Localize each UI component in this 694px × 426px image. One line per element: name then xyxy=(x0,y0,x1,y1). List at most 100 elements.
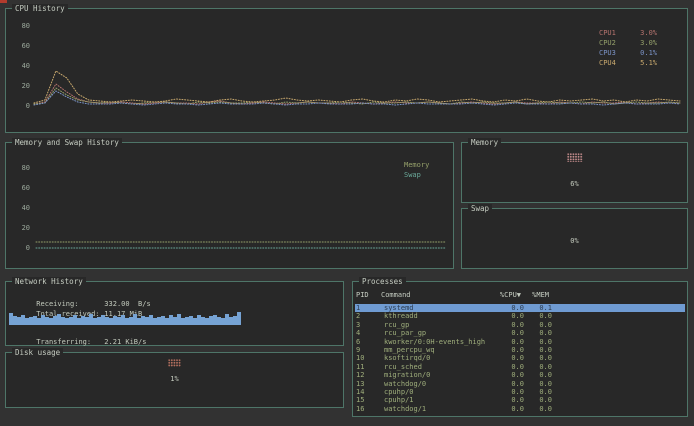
process-pid: 3 xyxy=(356,321,381,329)
process-row[interactable]: 6kworker/0:0H-events_high0.00.0 xyxy=(355,338,685,346)
axis-tick-label: 80 xyxy=(12,22,30,30)
axis-tick-label: 0 xyxy=(12,102,30,110)
cpu-legend-name: CPU2 xyxy=(599,38,627,48)
memory-gauge-dots xyxy=(567,153,583,162)
process-command: rcu_sched xyxy=(381,363,496,371)
process-mem: 0.0 xyxy=(524,329,552,337)
process-row[interactable]: 16watchdog/10.00.0 xyxy=(355,405,685,413)
process-cpu: 0.0 xyxy=(496,304,524,312)
cpu-legend-value: 0.1% xyxy=(627,48,657,58)
process-mem: 0.0 xyxy=(524,338,552,346)
process-pid: 12 xyxy=(356,371,381,379)
cpu-legend-name: CPU1 xyxy=(599,28,627,38)
system-monitor-screen: CPU History 020406080 CPU13.0%CPU23.0%CP… xyxy=(0,0,694,426)
memory-swap-legend-item: Swap xyxy=(404,170,429,180)
process-command: mm_percpu_wq xyxy=(381,346,496,354)
process-pid: 9 xyxy=(356,346,381,354)
process-mem: 0.0 xyxy=(524,380,552,388)
network-sparkline-chart xyxy=(9,310,241,325)
process-row[interactable]: 10ksoftirqd/00.00.0 xyxy=(355,354,685,362)
cpu-history-chart xyxy=(32,9,684,111)
process-mem: 0.0 xyxy=(524,312,552,320)
process-pid: 1 xyxy=(356,304,381,312)
network-transferring-label: Transferring: xyxy=(36,338,104,347)
cpu-legend-item: CPU30.1% xyxy=(599,48,657,58)
process-cpu: 0.0 xyxy=(496,312,524,320)
process-row[interactable]: 11rcu_sched0.00.0 xyxy=(355,363,685,371)
cpu-legend-name: CPU3 xyxy=(599,48,627,58)
process-row[interactable]: 9mm_percpu_wq0.00.0 xyxy=(355,346,685,354)
process-mem: 0.0 xyxy=(524,321,552,329)
process-mem: 0.0 xyxy=(524,354,552,362)
axis-tick-label: 80 xyxy=(12,164,30,172)
process-pid: 10 xyxy=(356,354,381,362)
disk-gauge-value: 1% xyxy=(6,375,343,383)
swap-gauge-value: 0% xyxy=(462,237,687,245)
processes-table-header: PID Command %CPU▼ %MEM xyxy=(356,291,684,300)
memory-swap-history-title: Memory and Swap History xyxy=(12,138,122,147)
axis-tick-label: 20 xyxy=(12,224,30,232)
axis-tick-label: 20 xyxy=(12,82,30,90)
memory-swap-chart xyxy=(30,143,452,255)
process-row[interactable]: 2kthreadd0.00.0 xyxy=(355,312,685,320)
axis-tick-label: 60 xyxy=(12,184,30,192)
column-header-cpu[interactable]: %CPU▼ xyxy=(493,291,521,300)
process-mem: 0.0 xyxy=(524,346,552,354)
process-row[interactable]: 3rcu_gp0.00.0 xyxy=(355,321,685,329)
process-command: kworker/0:0H-events_high xyxy=(381,338,496,346)
memory-panel: Memory 6% xyxy=(461,142,688,203)
process-pid: 16 xyxy=(356,405,381,413)
network-history-title: Network History xyxy=(12,277,86,286)
process-pid: 13 xyxy=(356,380,381,388)
process-command: ksoftirqd/0 xyxy=(381,354,496,362)
network-transferring-value: 2.21 KiB/s xyxy=(104,338,146,346)
process-mem: 0.0 xyxy=(524,388,552,396)
process-mem: 0.0 xyxy=(524,405,552,413)
axis-tick-label: 0 xyxy=(12,244,30,252)
axis-tick-label: 40 xyxy=(12,204,30,212)
cpu-legend: CPU13.0%CPU23.0%CPU30.1%CPU45.1% xyxy=(599,28,657,68)
process-pid: 6 xyxy=(356,338,381,346)
cpu-legend-value: 5.1% xyxy=(627,58,657,68)
process-row[interactable]: 13watchdog/00.00.0 xyxy=(355,380,685,388)
process-pid: 14 xyxy=(356,388,381,396)
process-command: rcu_gp xyxy=(381,321,496,329)
process-cpu: 0.0 xyxy=(496,346,524,354)
process-row[interactable]: 1systemd0.00.1 xyxy=(355,304,685,312)
column-header-command[interactable]: Command xyxy=(381,291,493,300)
memory-gauge xyxy=(462,153,687,162)
memory-title: Memory xyxy=(468,138,501,147)
disk-usage-title: Disk usage xyxy=(12,348,63,357)
cpu-legend-value: 3.0% xyxy=(627,28,657,38)
process-row[interactable]: 12migration/00.00.0 xyxy=(355,371,685,379)
memory-swap-legend: MemorySwap xyxy=(404,160,429,180)
terminal-cursor-mark xyxy=(0,0,7,3)
process-command: watchdog/0 xyxy=(381,380,496,388)
process-mem: 0.0 xyxy=(524,396,552,404)
disk-usage-panel: Disk usage 1% xyxy=(5,352,344,408)
swap-panel: Swap 0% xyxy=(461,208,688,269)
process-cpu: 0.0 xyxy=(496,396,524,404)
cpu-legend-value: 3.0% xyxy=(627,38,657,48)
process-cpu: 0.0 xyxy=(496,388,524,396)
column-header-pid[interactable]: PID xyxy=(356,291,381,300)
column-header-mem[interactable]: %MEM xyxy=(521,291,549,300)
process-cpu: 0.0 xyxy=(496,338,524,346)
process-command: watchdog/1 xyxy=(381,405,496,413)
process-cpu: 0.0 xyxy=(496,329,524,337)
process-row[interactable]: 4rcu_par_gp0.00.0 xyxy=(355,329,685,337)
swap-title: Swap xyxy=(468,204,492,213)
cpu-legend-name: CPU4 xyxy=(599,58,627,68)
network-history-panel: Network History Receiving:332.00 B/s Tot… xyxy=(5,281,344,346)
process-cpu: 0.0 xyxy=(496,363,524,371)
memory-gauge-value: 6% xyxy=(462,180,687,188)
process-command: systemd xyxy=(381,304,496,312)
process-pid: 11 xyxy=(356,363,381,371)
process-command: cpuhp/1 xyxy=(381,396,496,404)
process-row[interactable]: 14cpuhp/00.00.0 xyxy=(355,388,685,396)
process-row[interactable]: 15cpuhp/10.00.0 xyxy=(355,396,685,404)
process-cpu: 0.0 xyxy=(496,321,524,329)
processes-panel: Processes PID Command %CPU▼ %MEM 1system… xyxy=(352,281,688,417)
memory-swap-legend-item: Memory xyxy=(404,160,429,170)
process-mem: 0.1 xyxy=(524,304,552,312)
